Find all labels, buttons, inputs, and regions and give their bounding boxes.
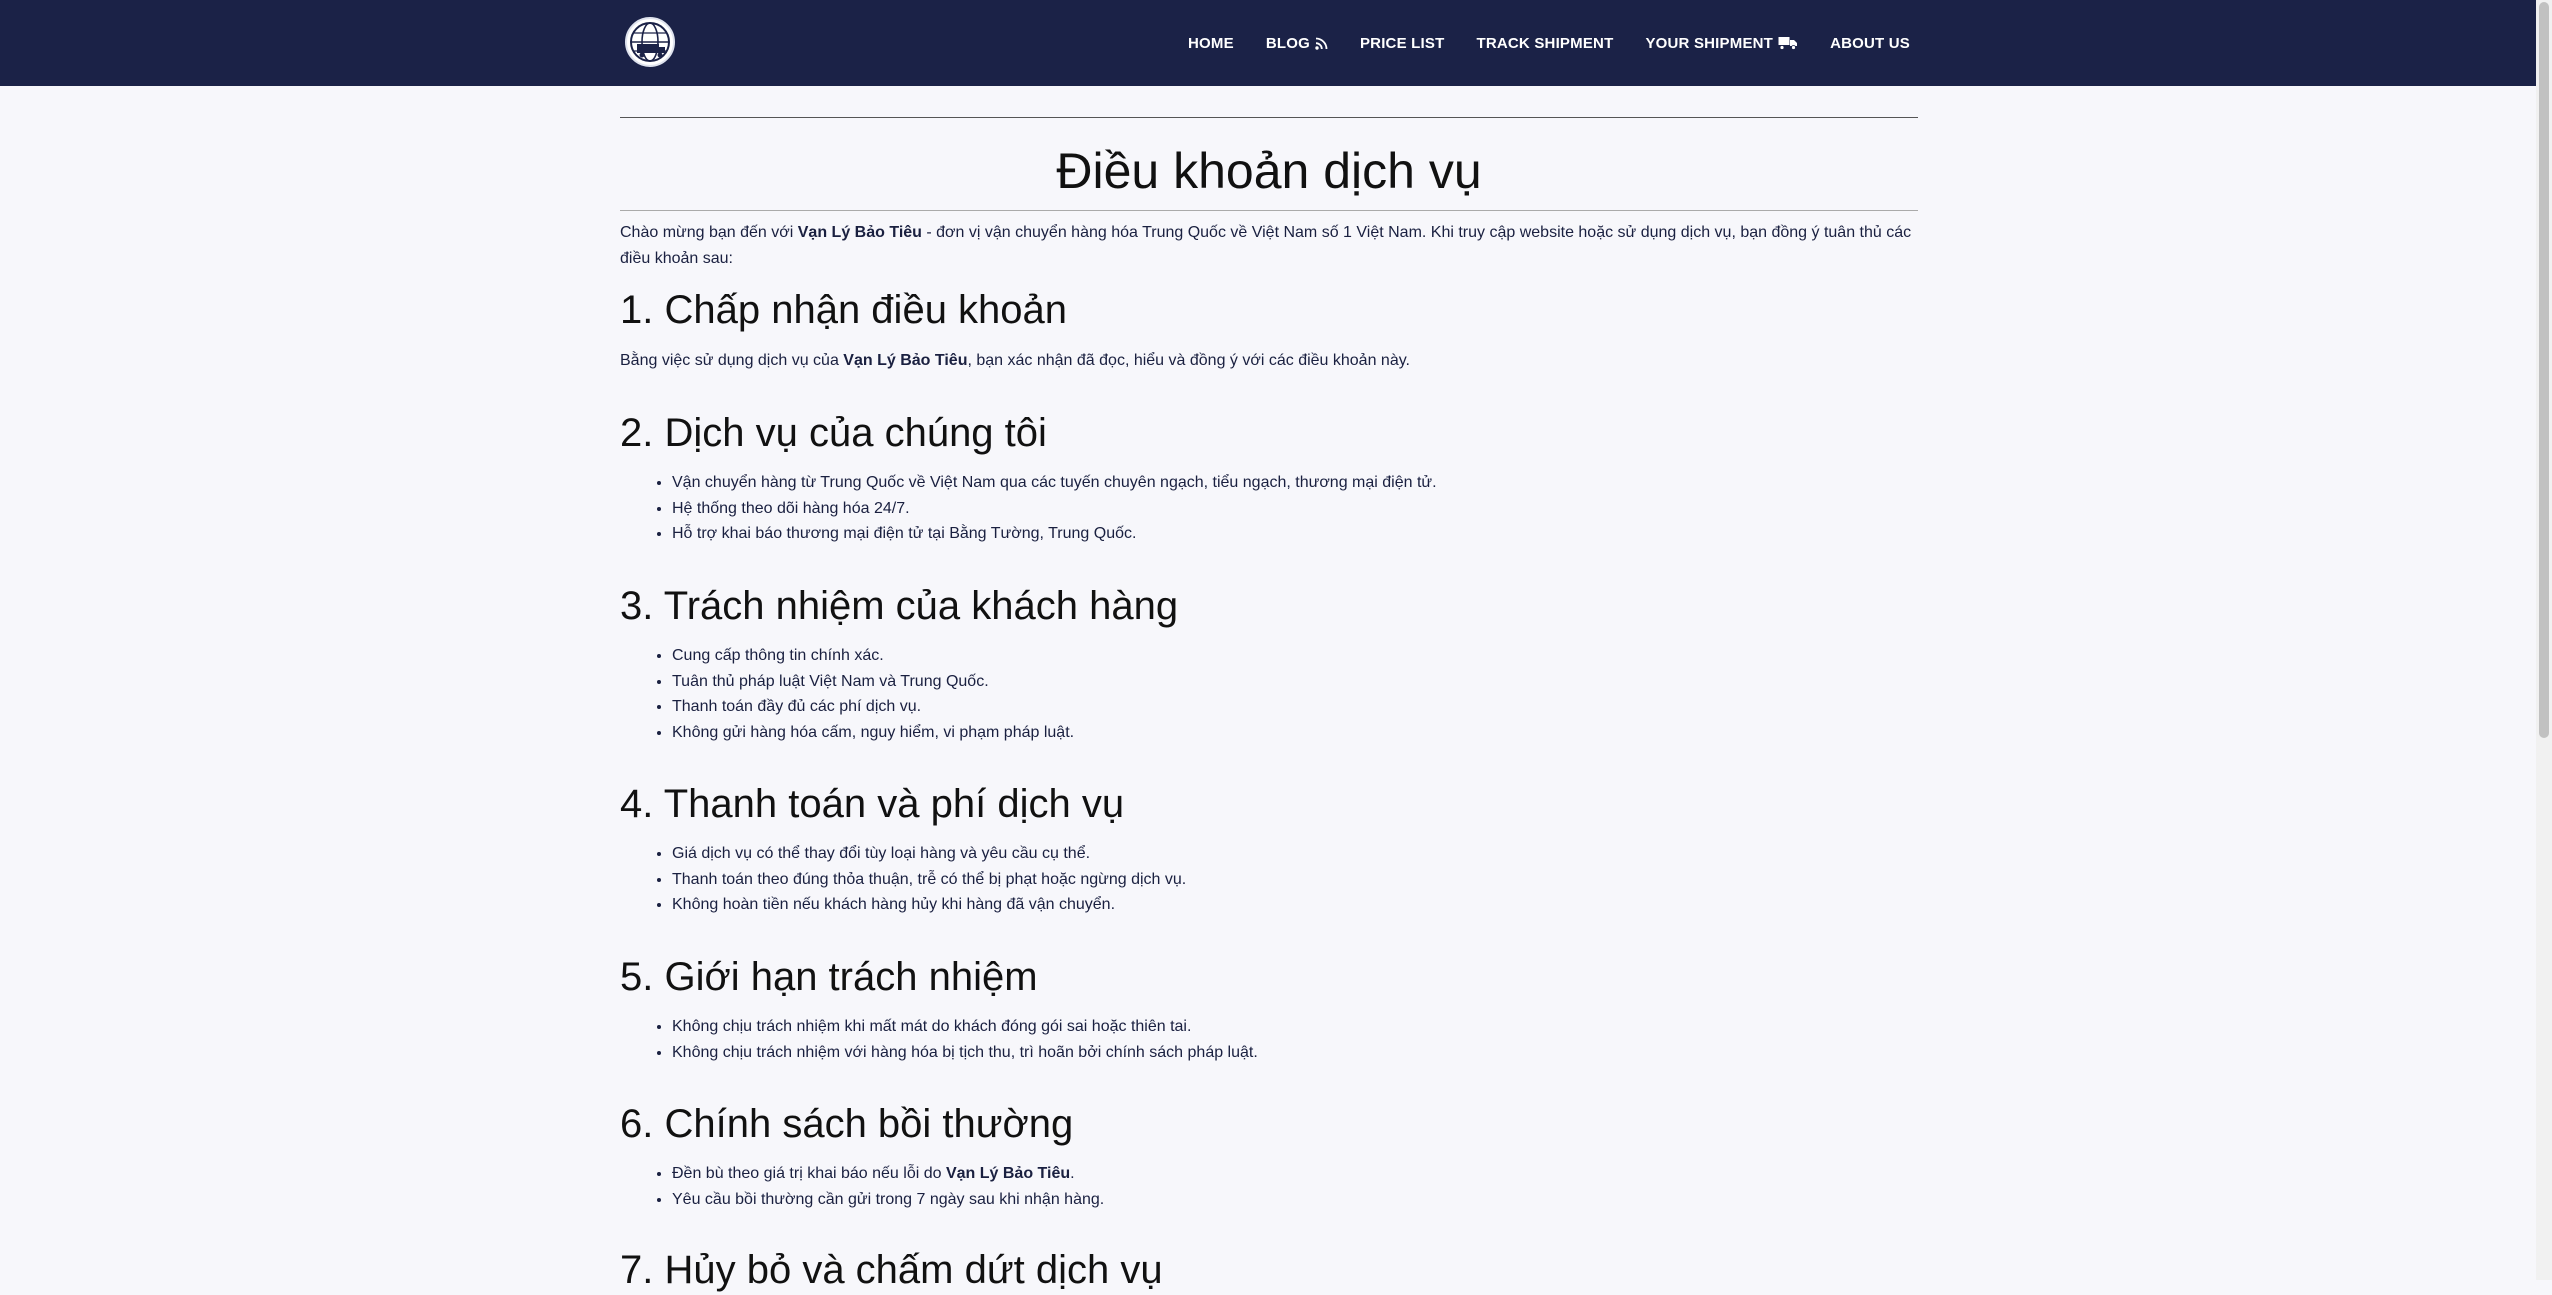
list-item: Vận chuyển hàng từ Trung Quốc về Việt Na… — [672, 470, 1918, 496]
section-heading: 3. Trách nhiệm của khách hàng — [620, 584, 1179, 628]
section-cancellation: 7. Hủy bỏ và chấm dứt dịch vụ — [620, 1245, 1918, 1295]
brand-name: Vạn Lý Bảo Tiêu — [843, 352, 968, 369]
section-text-suffix: , bạn xác nhận đã đọc, hiểu và đồng ý vớ… — [967, 352, 1410, 369]
section-services: 2. Dịch vụ của chúng tôi Vận chuyển hàng… — [620, 408, 1918, 547]
list-item: Tuân thủ pháp luật Việt Nam và Trung Quố… — [672, 669, 1918, 695]
site-logo[interactable] — [624, 16, 676, 68]
title-divider — [620, 210, 1918, 211]
main-nav: HOME BLOG PRICE LIST TRACK SHIPMENT YOUR… — [1188, 0, 1910, 86]
payment-list: Giá dịch vụ có thể thay đổi tùy loại hàn… — [620, 841, 1918, 918]
list-item: Đền bù theo giá trị khai báo nếu lỗi do … — [672, 1161, 1918, 1187]
list-item: Giá dịch vụ có thể thay đổi tùy loại hàn… — [672, 841, 1918, 867]
nav-blog[interactable]: BLOG — [1266, 35, 1328, 52]
services-list: Vận chuyển hàng từ Trung Quốc về Việt Na… — [620, 470, 1918, 547]
nav-track-shipment[interactable]: TRACK SHIPMENT — [1476, 35, 1613, 52]
liability-list: Không chịu trách nhiệm khi mất mát do kh… — [620, 1014, 1918, 1065]
responsibility-list: Cung cấp thông tin chính xác. Tuân thủ p… — [620, 643, 1918, 745]
section-acceptance: 1. Chấp nhận điều khoản Bằng việc sử dụn… — [620, 285, 1918, 373]
list-item: Thanh toán theo đúng thỏa thuận, trễ có … — [672, 867, 1918, 893]
page-scrollbar[interactable] — [2536, 0, 2552, 1280]
top-navbar: HOME BLOG PRICE LIST TRACK SHIPMENT YOUR… — [0, 0, 2536, 86]
nav-home-label: HOME — [1188, 34, 1234, 52]
nav-blog-label: BLOG — [1265, 34, 1310, 52]
list-item: Hỗ trợ khai báo thương mại điện tử tại B… — [672, 521, 1918, 547]
list-item: Không gửi hàng hóa cấm, nguy hiểm, vi ph… — [672, 720, 1918, 746]
list-item: Cung cấp thông tin chính xác. — [672, 643, 1918, 669]
nav-price-list[interactable]: PRICE LIST — [1360, 35, 1445, 52]
truck-icon — [1778, 37, 1798, 50]
scrollbar-thumb[interactable] — [2539, 2, 2549, 738]
nav-track-shipment-label: TRACK SHIPMENT — [1476, 34, 1614, 52]
list-item: Hệ thống theo dõi hàng hóa 24/7. — [672, 496, 1918, 522]
compensation-list: Đền bù theo giá trị khai báo nếu lỗi do … — [620, 1161, 1918, 1212]
section-heading: 7. Hủy bỏ và chấm dứt dịch vụ — [620, 1248, 1163, 1292]
section-heading: 6. Chính sách bồi thường — [620, 1102, 1074, 1146]
section-text: Bằng việc sử dụng dịch vụ của Vạn Lý Bảo… — [620, 349, 1918, 373]
section-compensation: 6. Chính sách bồi thường Đền bù theo giá… — [620, 1099, 1918, 1212]
brand-name: Vạn Lý Bảo Tiêu — [945, 1165, 1071, 1182]
list-item: Thanh toán đầy đủ các phí dịch vụ. — [672, 694, 1918, 720]
section-heading: 4. Thanh toán và phí dịch vụ — [620, 782, 1125, 826]
nav-home[interactable]: HOME — [1188, 35, 1234, 52]
section-liability-limit: 5. Giới hạn trách nhiệm Không chịu trách… — [620, 952, 1918, 1065]
nav-your-shipment[interactable]: YOUR SHIPMENT — [1645, 35, 1798, 52]
list-item: Không hoàn tiền nếu khách hàng hủy khi h… — [672, 892, 1918, 918]
section-text-prefix: Bằng việc sử dụng dịch vụ của — [620, 352, 844, 369]
globe-logo-icon — [625, 17, 675, 67]
intro-text: Chào mừng bạn đến với Vạn Lý Bảo Tiêu - … — [620, 220, 1918, 272]
nav-about-us-label: ABOUT US — [1830, 34, 1910, 52]
section-customer-responsibility: 3. Trách nhiệm của khách hàng Cung cấp t… — [620, 581, 1918, 745]
list-item: Không chịu trách nhiệm với hàng hóa bị t… — [672, 1040, 1918, 1066]
nav-about-us[interactable]: ABOUT US — [1830, 35, 1910, 52]
list-item-prefix: Đền bù theo giá trị khai báo nếu lỗi do — [672, 1165, 946, 1182]
section-heading: 5. Giới hạn trách nhiệm — [620, 955, 1038, 999]
intro-prefix: Chào mừng bạn đến với — [620, 224, 798, 241]
divider — [620, 117, 1918, 118]
section-payment: 4. Thanh toán và phí dịch vụ Giá dịch vụ… — [620, 779, 1918, 918]
section-heading: 2. Dịch vụ của chúng tôi — [620, 411, 1047, 455]
brand-name: Vạn Lý Bảo Tiêu — [797, 224, 922, 241]
list-item: Không chịu trách nhiệm khi mất mát do kh… — [672, 1014, 1918, 1040]
rss-icon — [1315, 37, 1328, 50]
nav-your-shipment-label: YOUR SHIPMENT — [1645, 34, 1774, 52]
list-item: Yêu cầu bồi thường cần gửi trong 7 ngày … — [672, 1187, 1918, 1213]
nav-price-list-label: PRICE LIST — [1359, 34, 1445, 52]
page-title: Điều khoản dịch vụ — [1056, 143, 1482, 199]
section-heading: 1. Chấp nhận điều khoản — [620, 288, 1068, 332]
list-item-suffix: . — [1070, 1165, 1075, 1182]
